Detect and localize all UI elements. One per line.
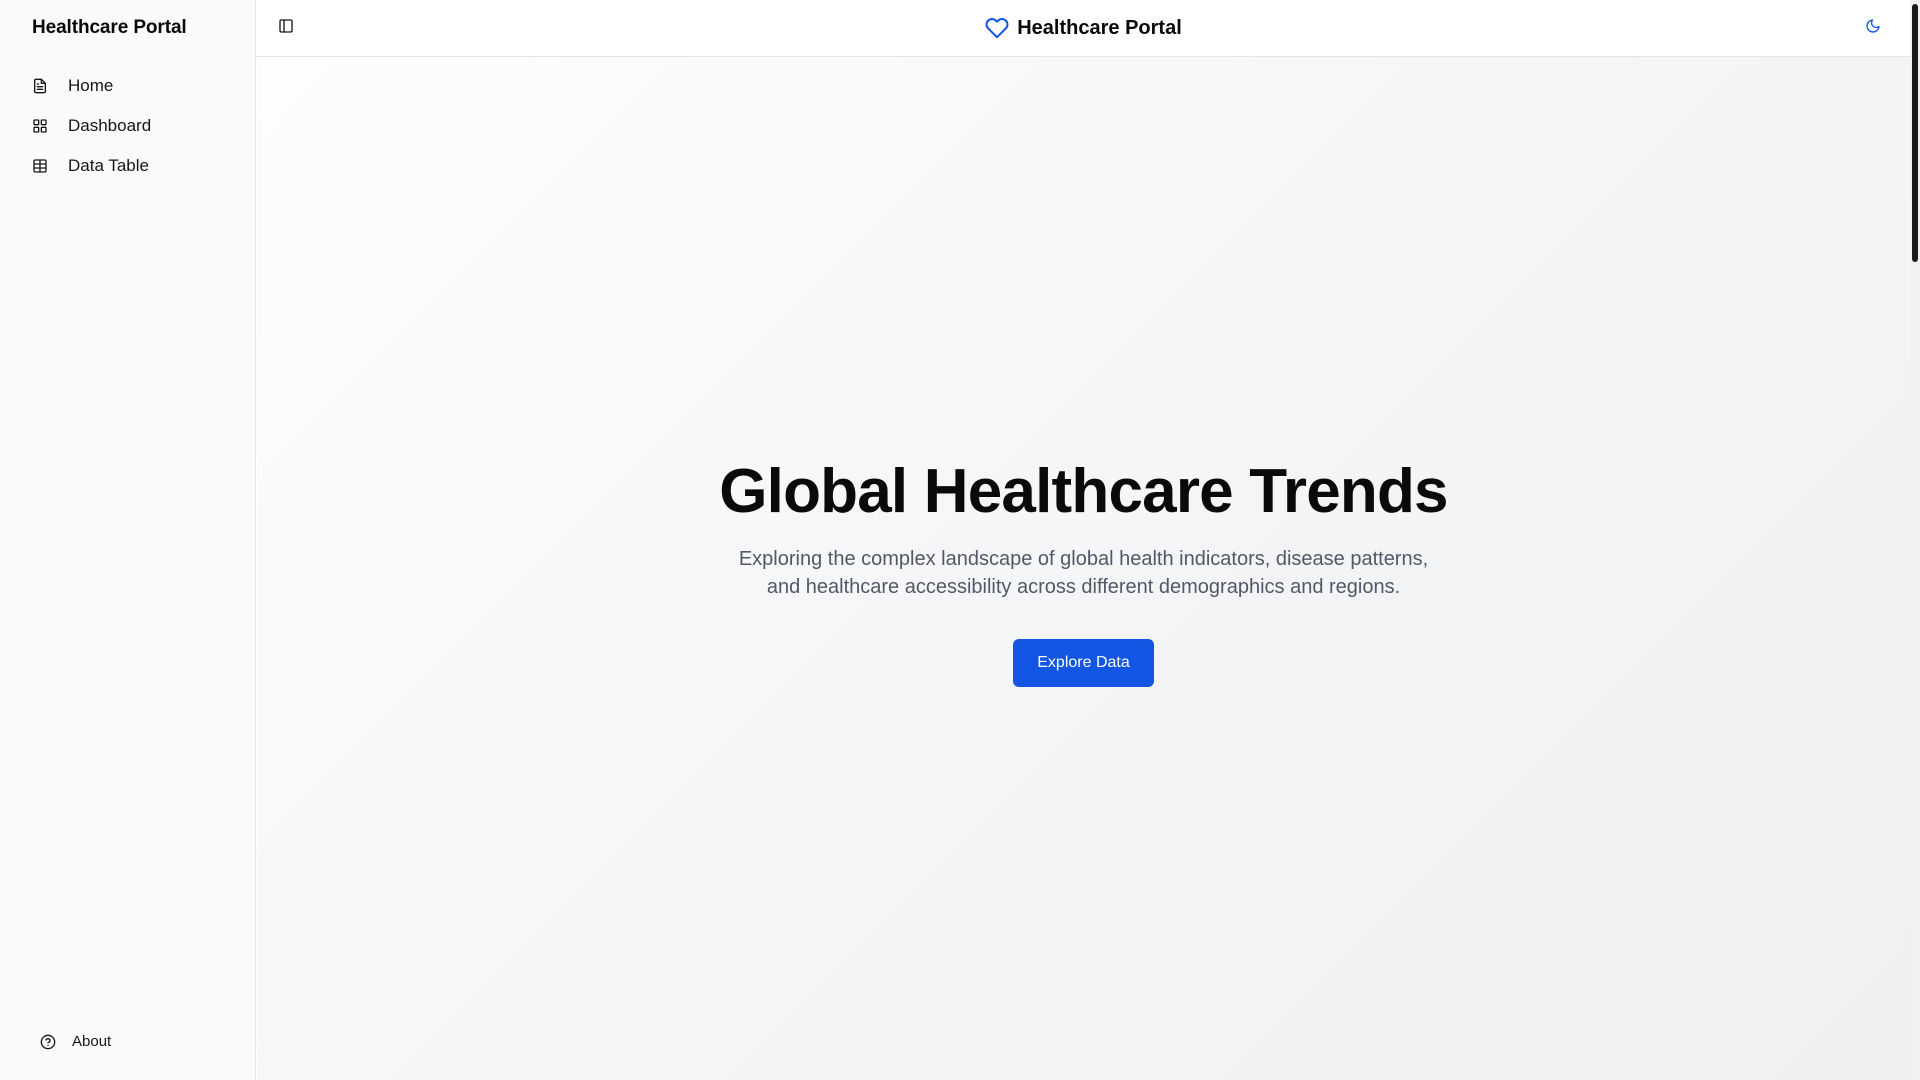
- moon-icon: [1866, 19, 1880, 33]
- sidebar-item-label: Home: [68, 76, 114, 95]
- table-icon: [32, 158, 48, 174]
- sidebar-toggle-button[interactable]: [278, 18, 296, 36]
- file-text-icon: [32, 78, 48, 94]
- hero-subtitle-line: Exploring the complex landscape of globa…: [738, 548, 1429, 570]
- sidebar: Healthcare Portal Home Dashboard Data Ta…: [0, 0, 256, 1080]
- sidebar-item-dashboard[interactable]: Dashboard: [32, 106, 232, 146]
- header-brand: Healthcare Portal: [257, 0, 1910, 56]
- sidebar-item-label: Dashboard: [68, 116, 152, 135]
- sidebar-item-about[interactable]: About: [40, 1033, 111, 1050]
- sidebar-item-data-table[interactable]: Data Table: [32, 146, 232, 186]
- sidebar-item-label: Data Table: [68, 156, 149, 175]
- header-title: Healthcare Portal: [1017, 16, 1182, 39]
- sidebar-nav: Home Dashboard Data Table: [32, 66, 232, 186]
- sidebar-toggle-icon: [279, 19, 293, 33]
- main-content: Global Healthcare Trends Exploring the c…: [257, 57, 1910, 1080]
- sidebar-title: Healthcare Portal: [32, 17, 187, 38]
- help-circle-icon: [40, 1034, 56, 1050]
- top-header: Healthcare Portal: [257, 0, 1910, 57]
- cta-container: Explore Data: [257, 639, 1910, 687]
- grid-icon: [32, 118, 48, 134]
- heart-icon: [985, 16, 1009, 40]
- hero-title: Global Healthcare Trends: [719, 457, 1448, 526]
- hero-subtitle-line: and healthcare accessibility across diff…: [766, 576, 1401, 598]
- theme-toggle-button[interactable]: [1865, 18, 1883, 36]
- sidebar-item-home[interactable]: Home: [32, 66, 232, 106]
- scrollbar-thumb[interactable]: [1912, 4, 1918, 262]
- hero-subtitle: Exploring the complex landscape of globa…: [257, 545, 1910, 601]
- about-label: About: [72, 1033, 112, 1050]
- explore-data-button[interactable]: Explore Data: [1013, 639, 1154, 687]
